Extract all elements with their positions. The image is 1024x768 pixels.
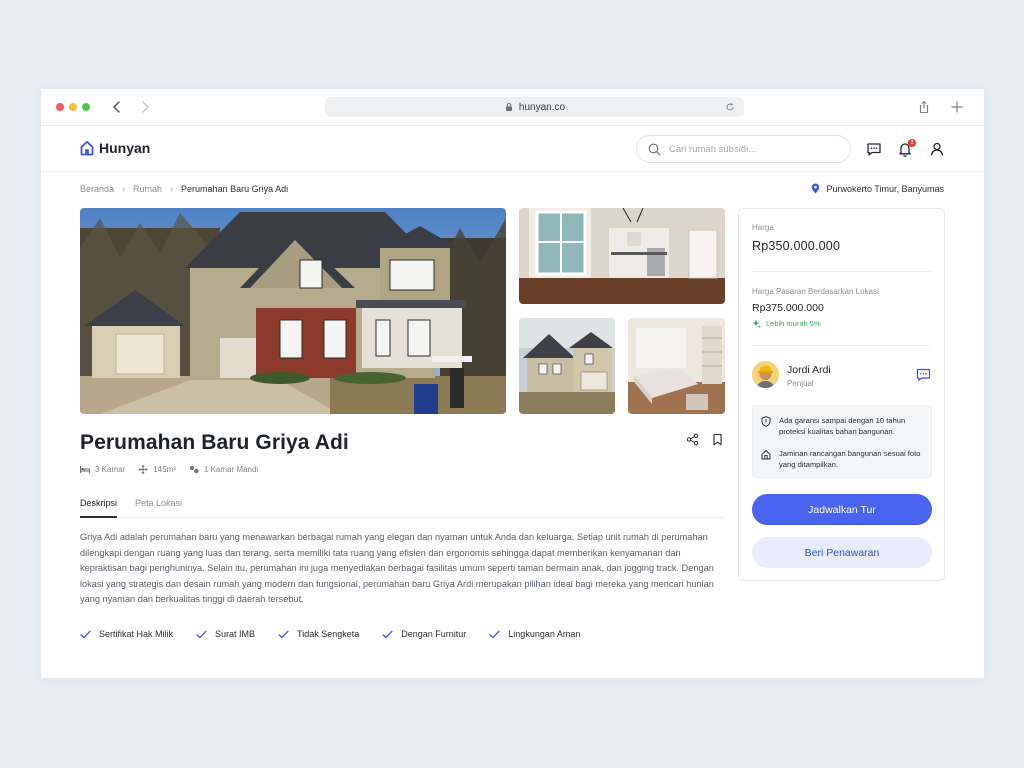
breadcrumb: Beranda › Rumah › Perumahan Baru Griya A… [80,184,288,194]
chevron-right-icon: › [122,184,126,194]
main-house-photo[interactable] [80,208,506,414]
breadcrumb-home[interactable]: Beranda [80,184,114,194]
feature-label: Surat IMB [215,629,256,639]
seller-photo [752,361,779,388]
bedroom-photo[interactable] [628,318,725,414]
home-icon [761,450,771,460]
search-icon [648,143,661,156]
spec-area-text: 145m² [153,465,176,474]
brand-logo[interactable]: Hunyan [80,140,150,156]
feature-item: Lingkungan Aman [489,629,580,639]
check-icon [382,630,393,638]
site-header: Hunyan [41,126,984,172]
feature-item: Surat IMB [196,629,255,639]
guarantee-text: Ada garansi sampai dengan 10 tahun prote… [779,416,906,436]
window-close-button[interactable] [56,103,64,111]
search-input[interactable] [669,143,829,155]
check-icon [278,630,289,638]
message-icon[interactable] [866,141,882,157]
share-icon[interactable] [686,433,699,446]
house-exterior-image [80,208,506,414]
price-card: Harga Rp350.000.000 Harga Pasaran Berdas… [738,208,945,581]
listing-title: Perumahan Baru Griya Adi [80,431,349,454]
check-icon [489,630,500,638]
guarantee-item: Ada garansi sampai dengan 10 tahun prote… [761,415,929,437]
tab-peta-lokasi[interactable]: Peta Lokasi [135,498,182,508]
chat-seller-icon[interactable] [916,368,931,382]
divider [752,345,932,346]
notification-badge: 2 [908,139,916,147]
browser-toolbar: hunyan.co [41,89,984,126]
area-arrows-icon [138,465,148,474]
divider [752,271,932,272]
spec-bathrooms-text: 1 Kamar Mandi [203,465,259,474]
reload-icon[interactable] [725,102,735,112]
listing-specs: 3 Kamar 145m² 1 Kamar Mandi [80,465,271,474]
back-arrow-icon[interactable] [109,99,125,115]
house-logo-icon [80,140,94,156]
lock-icon [505,103,512,111]
bath-icon [189,466,199,474]
spec-bedrooms-text: 3 Kamar [95,465,126,474]
shield-icon [761,416,771,427]
location-pin-icon [812,183,820,194]
guarantee-item: Jaminan rancangan bangunan sesuai foto y… [761,448,929,470]
bedroom-interior-image [628,318,725,414]
avatar[interactable] [752,361,779,388]
feature-label: Sertifikat Hak Milik [99,629,174,639]
share-icon[interactable] [916,99,932,115]
location-text: Purwokerto Timur, Banyumas [826,183,944,194]
feature-label: Tidak Sengketa [297,629,360,639]
kitchen-photo[interactable] [519,208,725,304]
brand-name: Hunyan [99,140,151,156]
schedule-tour-button[interactable]: Jadwalkan Tur [752,494,932,525]
guarantee-text: Jaminan rancangan bangunan sesuai foto y… [779,449,921,469]
tab-deskripsi[interactable]: Deskripsi [80,498,118,518]
breadcrumb-current: Perumahan Baru Griya Adi [181,184,289,194]
url-text: hunyan.co [518,101,566,113]
user-profile-icon[interactable] [929,141,945,157]
price-value: Rp350.000.000 [752,239,841,253]
check-icon [80,630,91,638]
listing-description: Griya Adi adalah perumahan baru yang men… [80,532,714,604]
feature-item: Tidak Sengketa [278,629,359,639]
seller-name: Jordi Ardi [787,364,831,376]
cheaper-note: Lebih murah 5% [752,319,821,328]
market-price-value: Rp375.000.000 [752,302,824,314]
new-tab-icon[interactable] [949,99,965,115]
bed-icon [80,466,90,473]
guarantee-box: Ada garansi sampai dengan 10 tahun prote… [752,405,932,478]
search-box[interactable] [636,135,851,163]
spec-area: 145m² [138,465,176,474]
feature-label: Dengan Furnitur [401,629,467,639]
house-front-photo[interactable] [519,318,615,414]
spec-bedrooms: 3 Kamar [80,465,125,474]
seller-role: Penjual [787,379,814,388]
feature-list: Sertifikat Hak Milik Surat IMB Tidak Sen… [80,629,603,639]
market-price-label: Harga Pasaran Berdasarkan Lokasi [752,287,879,296]
cheaper-note-text: Lebih murah 5% [766,319,821,328]
window-minimize-button[interactable] [69,103,77,111]
location-label: Purwokerto Timur, Banyumas [811,183,944,194]
feature-item: Sertifikat Hak Milik [80,629,173,639]
make-offer-button[interactable]: Beri Penawaran [752,537,932,568]
chevron-right-icon: › [170,184,174,194]
feature-label: Lingkungan Aman [508,629,581,639]
window-maximize-button[interactable] [82,103,90,111]
address-bar[interactable]: hunyan.co [325,97,744,117]
feature-item: Dengan Furnitur [382,629,466,639]
listing-tabs: Deskripsi Peta Lokasi [80,493,725,518]
browser-window: hunyan.co Hunyan 2 Beranda › Rumah › Per… [41,89,984,678]
sparkle-icon [752,319,761,328]
price-label: Harga [752,223,774,232]
spec-bathrooms: 1 Kamar Mandi [189,465,258,474]
house-front-image [519,318,615,414]
forward-arrow-icon[interactable] [137,99,153,115]
check-icon [196,630,207,638]
breadcrumb-rumah[interactable]: Rumah [133,184,162,194]
bookmark-icon[interactable] [711,433,724,446]
kitchen-interior-image [519,208,725,304]
